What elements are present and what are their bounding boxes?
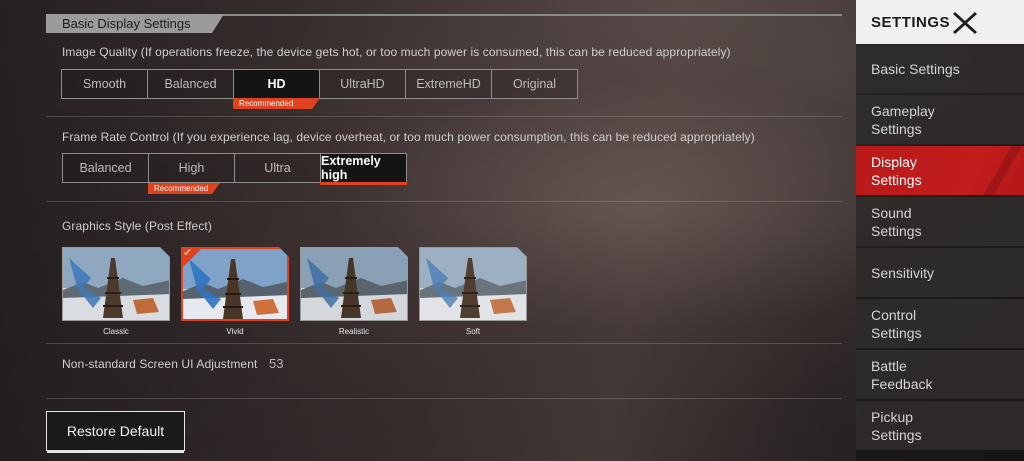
image-quality-option-ultrahd[interactable]: UltraHD [319,69,406,99]
graphics-style-label: Graphics Style (Post Effect) [62,219,212,233]
graphics-style-classic[interactable]: Classic [62,247,170,336]
sidebar-item-control-settings[interactable]: Control Settings [856,299,1024,348]
frame-rate-selector: Balanced High Ultra Extremely high [62,153,407,185]
restore-default-button[interactable]: Restore Default [46,411,185,453]
image-quality-option-smooth[interactable]: Smooth [61,69,148,99]
ui-adjustment-label: Non-standard Screen UI Adjustment [62,357,258,371]
sidebar-item-sound-settings[interactable]: Sound Settings [856,197,1024,246]
divider [46,343,842,344]
frame-rate-option-balanced[interactable]: Balanced [62,153,149,183]
sidebar-item-pickup-settings[interactable]: Pickup Settings [856,401,1024,450]
settings-main-panel: Basic Display Settings Image Quality (If… [0,0,850,461]
sidebar-item-battle-feedback[interactable]: Battle Feedback [856,350,1024,399]
section-title: Basic Display Settings [46,14,224,33]
divider [46,116,842,117]
image-quality-option-extremehd[interactable]: ExtremeHD [405,69,492,99]
graphics-style-soft[interactable]: Soft [419,247,527,336]
graphics-style-vivid[interactable]: ✓ Vivid [181,247,289,336]
sidebar-item-sensitivity[interactable]: Sensitivity [856,248,1024,297]
graphics-style-realistic[interactable]: Realistic [300,247,408,336]
sidebar-item-gameplay-settings[interactable]: Gameplay Settings [856,95,1024,144]
image-quality-selector: Smooth Balanced HD UltraHD ExtremeHD Ori… [61,69,578,99]
frame-rate-label: Frame Rate Control (If you experience la… [62,130,755,144]
image-quality-option-hd[interactable]: HD [233,69,320,99]
style-caption: Vivid [226,327,244,336]
sidebar-item-display-settings[interactable]: Display Settings [856,146,1024,195]
style-caption: Soft [465,327,481,336]
divider [46,201,842,202]
style-preview-image [300,247,408,321]
divider [46,398,842,399]
style-preview-image [62,247,170,321]
sidebar-item-basic-settings[interactable]: Basic Settings [856,45,1024,93]
frame-rate-option-ultra[interactable]: Ultra [234,153,321,183]
image-quality-label: Image Quality (If operations freeze, the… [62,45,731,59]
style-preview-image [181,247,289,321]
recommended-badge: Recommended [233,98,320,109]
recommended-badge: Recommended [148,183,220,194]
style-caption: Classic [103,327,129,336]
ui-adjustment-value[interactable]: 53 [269,356,283,371]
sidebar-header: SETTINGS [856,0,1024,44]
frame-rate-option-extremely-high[interactable]: Extremely high [320,153,407,185]
close-x-icon[interactable] [952,10,978,36]
image-quality-option-original[interactable]: Original [491,69,578,99]
style-preview-image [419,247,527,321]
style-caption: Realistic [338,327,370,336]
graphics-style-selector: Classic ✓ Vivid Realistic Soft [62,247,527,336]
frame-rate-option-high[interactable]: High [148,153,235,183]
image-quality-option-balanced[interactable]: Balanced [147,69,234,99]
sidebar-title: SETTINGS [871,13,951,31]
settings-sidebar: SETTINGS Basic Settings Gameplay Setting… [856,0,1024,461]
